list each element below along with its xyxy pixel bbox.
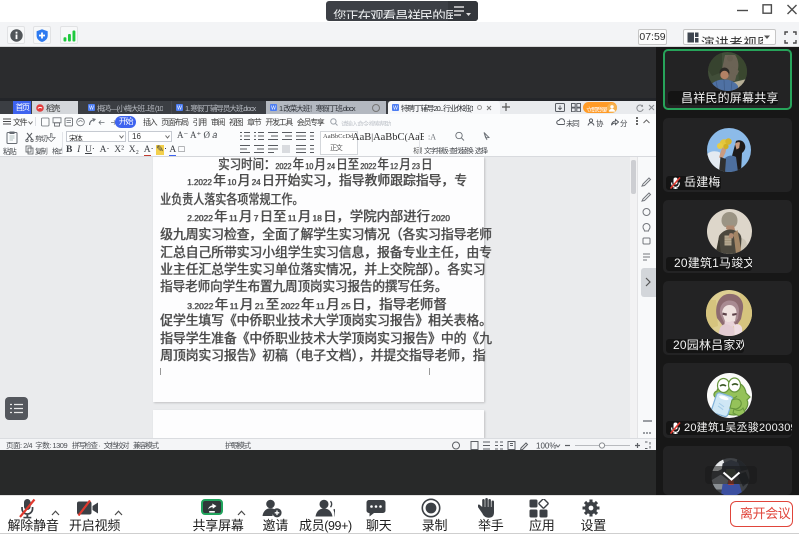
svg-text:W: W — [271, 106, 276, 111]
svg-text:W: W — [177, 106, 182, 111]
svg-text:剪切: 剪切 — [35, 134, 48, 143]
svg-text:W: W — [393, 105, 398, 110]
svg-text:W: W — [89, 106, 94, 111]
svg-text::A: :A — [428, 133, 436, 142]
svg-text:100%: 100% — [536, 441, 556, 450]
svg-text:复制: 复制 — [35, 147, 48, 156]
